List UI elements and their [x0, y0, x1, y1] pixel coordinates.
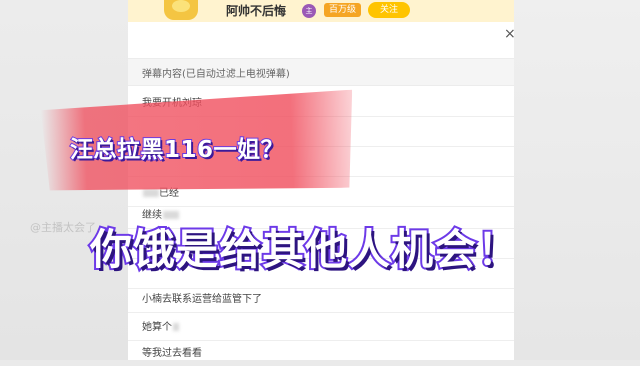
level-badge-icon: 主	[302, 4, 316, 18]
streamer-avatar[interactable]	[164, 0, 198, 20]
obscured-text	[143, 189, 159, 197]
caption-main: 你饿是给其他人机会！	[88, 223, 521, 276]
danmaku-text: 小楠去联系运营给蓝管下了	[142, 294, 262, 305]
fans-badge: 百万级	[324, 3, 362, 17]
danmaku-item: 等我过去看看	[128, 336, 514, 366]
danmaku-item: 小楠去联系运营给蓝管下了	[128, 282, 514, 313]
watermark: @主播太会了	[30, 221, 96, 234]
streamer-name[interactable]: 阿帅不后悔	[226, 2, 286, 19]
caption-top: 汪总拉黑116一姐？	[69, 136, 285, 164]
danmaku-text: 等我过去看看	[142, 348, 202, 359]
close-icon[interactable]: ×	[504, 26, 516, 42]
obscured-text	[173, 323, 179, 331]
background-right	[514, 0, 640, 360]
streamer-bar: 阿帅不后悔 主 百万级 关注	[128, 0, 514, 22]
danmaku-list-title: 弹幕内容(已自动过滤上电视弹幕)	[142, 69, 290, 80]
danmaku-text: 她算个	[142, 322, 172, 333]
danmaku-list-header: 弹幕内容(已自动过滤上电视弹幕)	[128, 58, 514, 86]
follow-button[interactable]: 关注	[368, 2, 410, 18]
